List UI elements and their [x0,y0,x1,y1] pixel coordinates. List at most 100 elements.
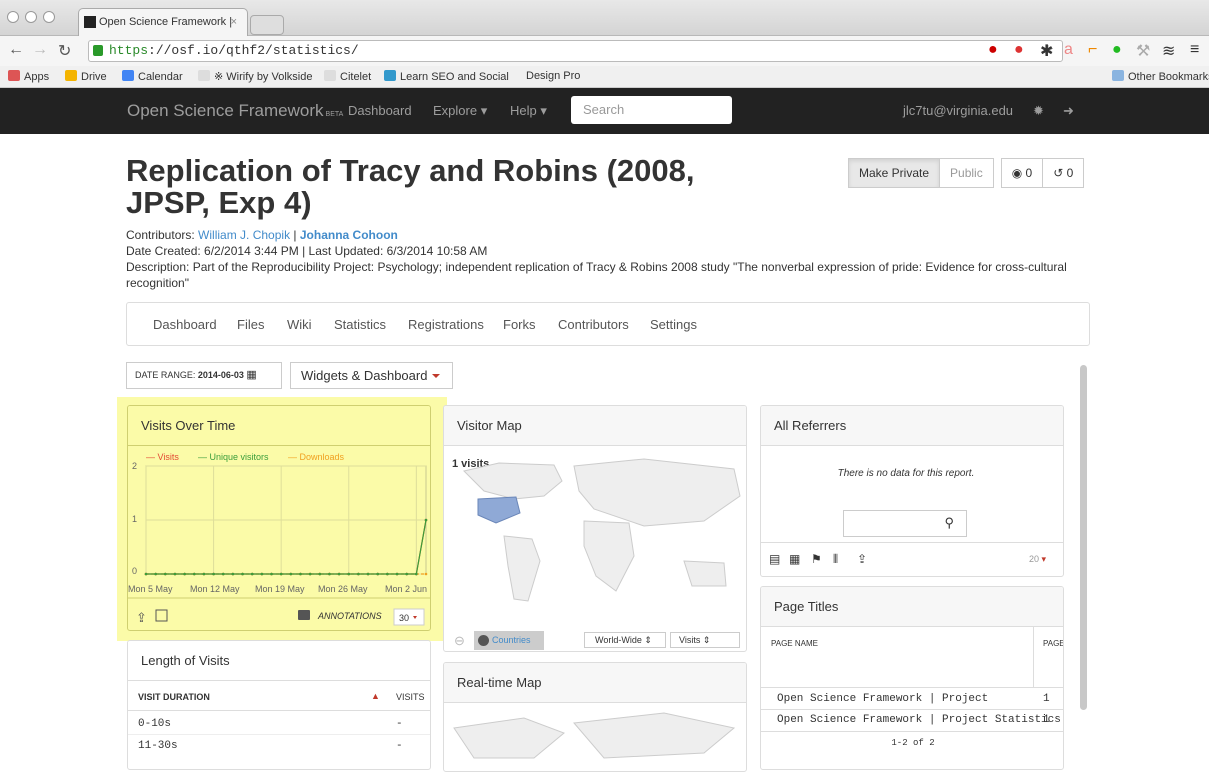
make-private-button[interactable]: Make Private [848,158,941,188]
tab-title: Open Science Framework | [99,16,233,28]
region-select[interactable]: World-Wide ⇕ [584,632,666,648]
table-view-icon[interactable]: ▤ [769,552,780,566]
metric-select[interactable]: Visits ⇕ [670,632,740,648]
buffer-icon[interactable]: ≋ [1162,41,1175,61]
x-tick-label: Mon 12 May [190,584,240,594]
subnav-settings[interactable]: Settings [650,317,697,332]
bookmark-drive[interactable]: Drive [65,70,107,83]
series-line-visits [146,519,427,575]
table-more-icon[interactable]: ▦ [789,552,800,566]
realtime-world-map[interactable] [444,708,747,768]
amazon-icon[interactable]: a [1064,41,1073,59]
data-point [250,572,254,576]
logout-icon[interactable]: ➜ [1063,103,1074,119]
tab-close-icon[interactable]: × [231,9,237,35]
column-visits[interactable]: VISITS [396,692,425,702]
bookmarks-bar: Apps Drive Calendar ※ Wirify by Volkside… [0,66,1209,88]
export-icon[interactable]: ⇪ [136,610,147,625]
nav-help[interactable]: Help ▾ [510,103,547,119]
subnav-wiki[interactable]: Wiki [287,317,312,332]
table-cell: - [396,718,403,730]
minimize-window-icon[interactable] [25,11,37,23]
contributor-link[interactable]: Johanna Cohoon [300,228,398,242]
project-description: Description: Part of the Reproducibility… [126,260,1067,290]
tools-icon[interactable]: ⚒ [1136,41,1150,61]
address-bar[interactable]: https://osf.io/qthf2/statistics/ ☆ [88,40,1063,62]
contributor-link[interactable]: William J. Chopik [198,228,290,242]
bar-chart-icon[interactable]: ⫴ [833,552,838,567]
settings-gear-icon[interactable]: ✹ [1033,103,1044,119]
data-point [347,572,351,576]
nav-explore[interactable]: Explore ▾ [433,103,487,119]
y-tick-label: 0 [132,566,137,576]
flag-icon[interactable]: ⚑ [811,552,822,566]
data-point [337,572,341,576]
world-map[interactable] [444,451,747,621]
usa-region[interactable] [477,496,521,524]
length-of-visits-widget: Length of Visits VISIT DURATION ▲ VISITS… [127,640,431,770]
y-tick-label: 2 [132,461,137,471]
forward-icon[interactable]: → [32,41,48,59]
evernote-icon[interactable]: ● [1112,41,1122,59]
globe-icon [478,635,489,646]
subnav-registrations[interactable]: Registrations [408,317,484,332]
new-tab-button[interactable] [250,15,284,35]
bookmark-apps[interactable]: Apps [8,70,49,83]
nav-dashboard[interactable]: Dashboard [348,103,412,118]
fork-icon: ↺ [1053,166,1064,180]
data-point [241,572,244,576]
pinterest-icon[interactable]: ● [988,41,998,59]
user-menu[interactable]: jlc7tu@virginia.edu [903,103,1013,118]
export-icon[interactable]: ⇪ [857,552,867,566]
annotation-icon[interactable] [298,610,310,620]
column-visit-duration[interactable]: VISIT DURATION [138,692,210,702]
column-page[interactable]: PAGE [1043,639,1063,648]
row-limit-select[interactable]: 20 ▾ [1029,554,1046,565]
subnav-forks[interactable]: Forks [503,317,536,332]
date-range-picker[interactable]: DATE RANGE: 2014-06-03 ▦ [126,362,282,389]
bookmark-wirify[interactable]: ※ Wirify by Volkside [198,70,312,83]
moz-icon [384,70,396,81]
column-page-name[interactable]: PAGE NAME [771,639,818,648]
zoom-out-icon[interactable]: ⊖ [454,633,465,649]
search-icon[interactable]: ⚲ [944,515,954,531]
series-line-unique-visitors [146,519,427,575]
project-title: Replication of Tracy and Robins (2008, J… [126,153,695,220]
subnav-files[interactable]: Files [237,317,264,332]
search-input[interactable]: Search [571,96,732,124]
reload-icon[interactable]: ↻ [58,41,71,61]
scrollbar[interactable] [1080,365,1087,710]
bookmark-calendar[interactable]: Calendar [122,70,183,83]
bookmark-other[interactable]: Other Bookmarks [1112,70,1209,83]
public-button[interactable]: Public [939,158,994,188]
subnav-contributors[interactable]: Contributors [558,317,629,332]
back-icon[interactable]: ← [8,41,24,59]
watch-button[interactable]: ◉ 0 [1000,158,1044,188]
browser-tab[interactable]: Open Science Framework | × [78,8,248,36]
widget-title: Visitor Map [444,406,746,446]
gear-extension-icon[interactable]: ✱ [1040,41,1053,61]
subnav-dashboard[interactable]: Dashboard [153,317,217,332]
bookmark-learn-seo[interactable]: Learn SEO and Social [384,70,509,83]
menu-icon[interactable]: ≡ [1190,41,1199,59]
brand-link[interactable]: Open Science Framework BETA [127,101,343,121]
contributors-line: Contributors: William J. Chopik | Johann… [126,228,398,242]
bookmark-design-pro[interactable]: Design Pro [526,70,580,82]
sort-asc-icon[interactable]: ▲ [371,691,380,701]
x-tick-label: Mon 19 May [255,584,305,594]
y-tick-label: 1 [132,514,137,524]
opera-icon[interactable]: ● [1014,41,1024,59]
bookmark-citelet[interactable]: Citelet [324,70,371,83]
annotations-link[interactable]: ANNOTATIONS [317,611,382,621]
data-point [260,572,264,576]
rss-icon[interactable]: ⌐ [1088,41,1097,59]
maximize-window-icon[interactable] [43,11,55,23]
subnav-statistics[interactable]: Statistics [334,317,386,332]
fork-button[interactable]: ↺ 0 [1042,158,1085,188]
referrer-search-input[interactable]: ⚲ [843,510,967,537]
widgets-dashboard-dropdown[interactable]: Widgets & Dashboard [290,362,453,389]
visits-chart: — Visits — Unique visitors — Downloads 2… [128,452,430,626]
image-export-icon[interactable] [155,609,168,622]
close-window-icon[interactable] [7,11,19,23]
data-point [164,572,167,576]
